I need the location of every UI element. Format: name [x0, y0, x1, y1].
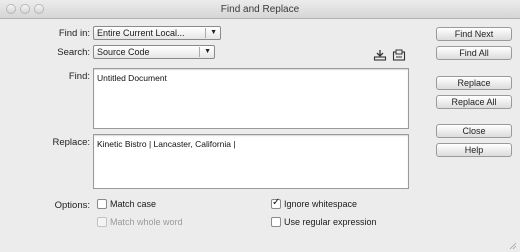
- find-in-value: Entire Current Local...: [97, 28, 185, 38]
- find-next-button[interactable]: Find Next: [436, 27, 512, 41]
- search-value: Source Code: [97, 47, 150, 57]
- find-in-label: Find in:: [58, 28, 90, 39]
- match-case-checkbox[interactable]: [97, 199, 107, 209]
- checkmark-icon: ✓: [272, 197, 281, 208]
- use-regex-checkbox[interactable]: [271, 217, 281, 227]
- use-regex-label: Use regular expression: [284, 217, 377, 227]
- match-whole-word-checkbox: [97, 217, 107, 227]
- replace-all-button[interactable]: Replace All: [436, 95, 512, 109]
- title-bar: Find and Replace: [0, 0, 520, 19]
- find-text: Untitled Document: [97, 73, 167, 83]
- replace-textarea[interactable]: Kinetic Bistro | Lancaster, California |: [93, 134, 409, 189]
- load-query-icon[interactable]: [373, 49, 387, 61]
- find-label: Find:: [68, 71, 90, 82]
- help-button[interactable]: Help: [436, 143, 512, 157]
- find-all-button[interactable]: Find All: [436, 46, 512, 60]
- window-title: Find and Replace: [220, 4, 300, 15]
- close-button[interactable]: Close: [436, 124, 512, 138]
- match-whole-word-option: Match whole word: [97, 217, 183, 227]
- replace-label: Replace:: [52, 137, 91, 148]
- match-case-label: Match case: [110, 199, 157, 209]
- chevron-down-icon: ▼: [204, 48, 211, 55]
- replace-button[interactable]: Replace: [436, 76, 512, 90]
- match-case-option[interactable]: Match case: [97, 199, 156, 209]
- options-label: Options:: [54, 200, 90, 211]
- ignore-whitespace-option[interactable]: ✓ Ignore whitespace: [271, 197, 358, 209]
- resize-grip-icon[interactable]: [509, 242, 517, 250]
- search-label: Search:: [57, 47, 90, 58]
- replace-text: Kinetic Bistro | Lancaster, California |: [97, 139, 236, 149]
- ignore-whitespace-checkbox[interactable]: ✓: [271, 197, 281, 209]
- match-whole-word-label: Match whole word: [110, 217, 183, 227]
- find-textarea[interactable]: Untitled Document: [93, 68, 409, 129]
- use-regex-option[interactable]: Use regular expression: [271, 217, 377, 227]
- save-query-icon[interactable]: [392, 49, 406, 61]
- ignore-whitespace-label: Ignore whitespace: [284, 199, 358, 209]
- chevron-down-icon: ▼: [210, 29, 217, 36]
- find-in-dropdown[interactable]: Entire Current Local... ▼: [93, 26, 221, 40]
- search-dropdown[interactable]: Source Code ▼: [93, 45, 215, 59]
